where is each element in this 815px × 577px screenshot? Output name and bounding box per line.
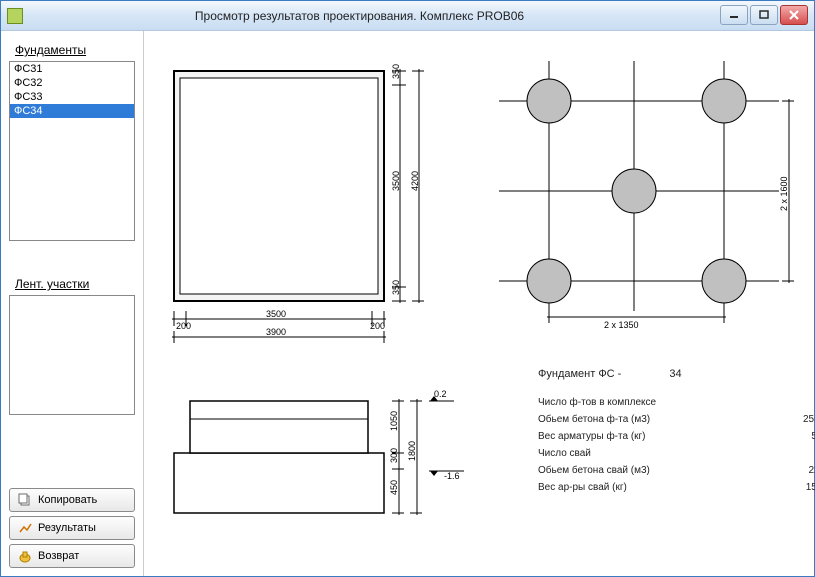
copy-button[interactable]: Копировать xyxy=(9,488,135,512)
copy-icon xyxy=(18,493,32,507)
back-button[interactable]: Возврат xyxy=(9,544,135,568)
dim-label: 3900 xyxy=(266,327,286,337)
info-value: 5 xyxy=(768,448,815,459)
button-label: Копировать xyxy=(38,494,97,506)
info-row: Обьем бетона свай (м3) 22.6 xyxy=(538,462,815,479)
sidebar: Фундаменты ФС31ФС32ФС33ФС34 Лент. участк… xyxy=(1,31,144,576)
info-value: 22.6 xyxy=(768,465,815,476)
app-icon xyxy=(7,8,23,24)
list-item[interactable]: ФС31 xyxy=(10,62,134,76)
info-row: Число ф-тов в комплексе 1 xyxy=(538,394,815,411)
info-heading-prefix: Фундамент ФС - xyxy=(538,368,621,380)
list-item[interactable]: ФС34 xyxy=(10,104,134,118)
close-button[interactable] xyxy=(780,5,808,25)
info-label: Обьем бетона ф-та (м3) xyxy=(538,414,650,425)
drawing-area: 200 3500 200 3900 350 3500 350 xyxy=(144,31,814,576)
dim-label: 4200 xyxy=(410,171,420,191)
info-value: 1506 xyxy=(768,482,815,493)
list-item[interactable]: ФС32 xyxy=(10,76,134,90)
titlebar: Просмотр результатов проектирования. Ком… xyxy=(1,1,814,31)
sidebar-heading-foundations: Фундаменты xyxy=(15,43,135,57)
dim-label: 350 xyxy=(391,64,401,79)
info-row: Вес ар-ры свай (кг) 1506 xyxy=(538,479,815,496)
dim-label: 450 xyxy=(389,480,399,495)
info-label: Вес ар-ры свай (кг) xyxy=(538,482,627,493)
dim-label: 300 xyxy=(389,448,399,463)
list-item[interactable]: ФС33 xyxy=(10,90,134,104)
info-value: 1 xyxy=(768,397,815,408)
dim-label: 2 x 1350 xyxy=(604,320,639,330)
dim-label: 2 x 1600 xyxy=(779,176,789,211)
back-icon xyxy=(18,549,32,563)
window-title: Просмотр результатов проектирования. Ком… xyxy=(31,9,808,23)
info-row: Вес арматуры ф-та (кг) 515 xyxy=(538,428,815,445)
info-heading-num: 34 xyxy=(669,368,681,380)
info-panel: Фундамент ФС - 34 Число ф-тов в комплекс… xyxy=(538,368,815,496)
info-value: 25.03 xyxy=(768,414,815,425)
sidebar-heading-strip: Лент. участки xyxy=(15,277,135,291)
results-icon xyxy=(18,521,32,535)
info-label: Обьем бетона свай (м3) xyxy=(538,465,650,476)
plan-view: 200 3500 200 3900 350 3500 350 xyxy=(172,64,424,343)
dim-label: 3500 xyxy=(391,171,401,191)
info-value: 515 xyxy=(768,431,815,442)
info-row: Число свай 5 xyxy=(538,445,815,462)
dim-label: 3500 xyxy=(266,309,286,319)
elevation-view: 1050 300 450 1800 0.2 -1.6 xyxy=(174,389,464,515)
button-label: Возврат xyxy=(38,550,79,562)
elev-mark: -1.6 xyxy=(444,471,460,481)
maximize-button[interactable] xyxy=(750,5,778,25)
info-label: Вес арматуры ф-та (кг) xyxy=(538,431,646,442)
strip-listbox[interactable] xyxy=(9,295,135,415)
info-label: Число ф-тов в комплексе xyxy=(538,397,656,408)
dim-label: 1050 xyxy=(389,411,399,431)
info-label: Число свай xyxy=(538,448,591,459)
foundations-listbox[interactable]: ФС31ФС32ФС33ФС34 xyxy=(9,61,135,241)
dim-label: 200 xyxy=(370,321,385,331)
dim-label: 350 xyxy=(391,280,401,295)
button-label: Результаты xyxy=(38,522,96,534)
results-button[interactable]: Результаты xyxy=(9,516,135,540)
info-row: Обьем бетона ф-та (м3) 25.03 xyxy=(538,411,815,428)
dim-label: 200 xyxy=(176,321,191,331)
dim-label: 1800 xyxy=(407,441,417,461)
pile-layout: 2 x 1350 2 x 1600 xyxy=(499,61,794,330)
minimize-button[interactable] xyxy=(720,5,748,25)
elev-mark: 0.2 xyxy=(434,389,447,399)
